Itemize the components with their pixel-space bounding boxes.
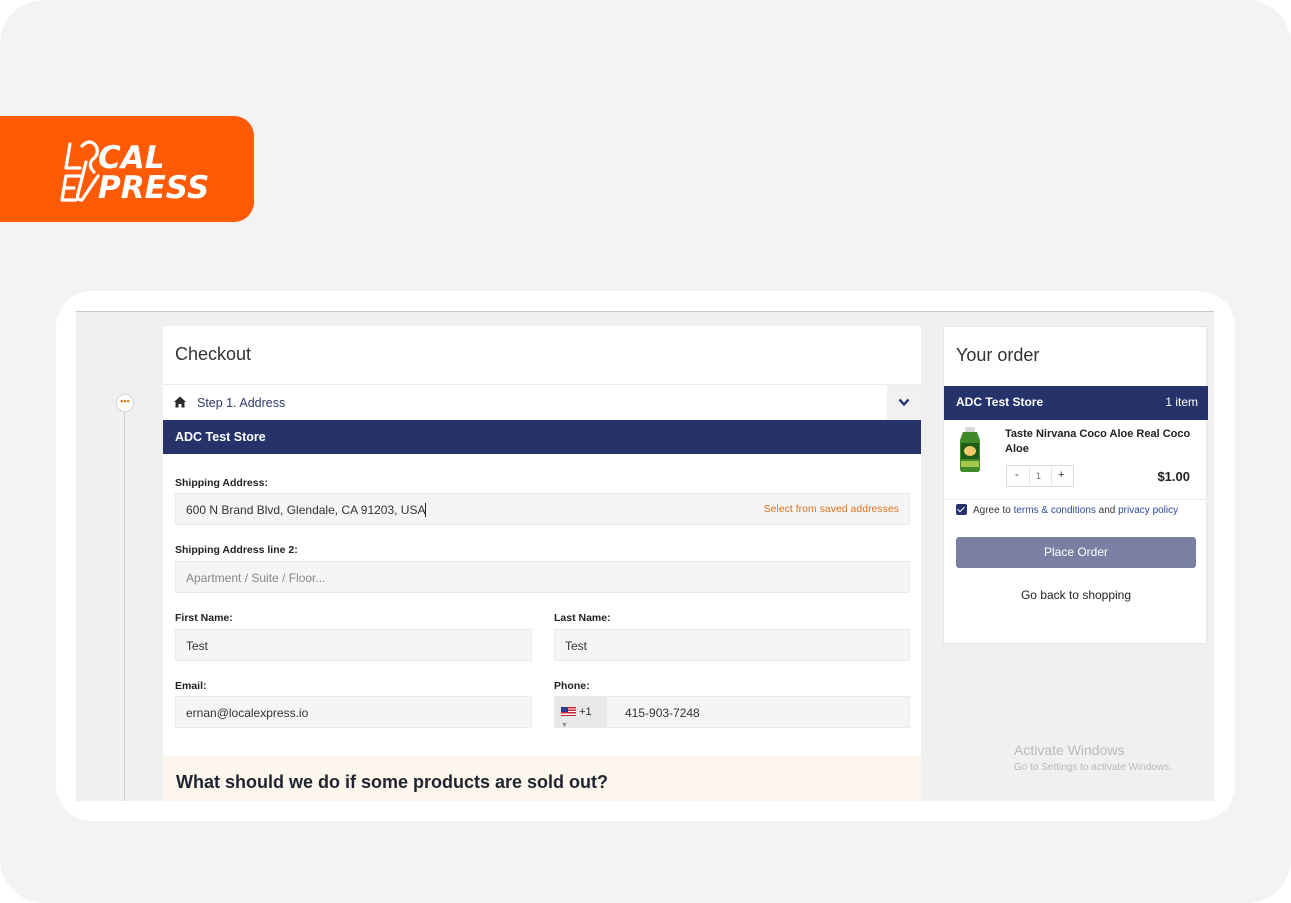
step-address-header[interactable]: Step 1. Address	[163, 384, 921, 421]
store-header: ADC Test Store	[163, 420, 921, 454]
back-to-shopping-link[interactable]: Go back to shopping	[944, 588, 1208, 602]
chevron-down-icon	[898, 398, 910, 407]
country-code: +1	[579, 706, 592, 718]
divider	[944, 499, 1208, 500]
watermark-subtitle: Go to Settings to activate Windows.	[1014, 762, 1172, 773]
email-field[interactable]: ernan@localexpress.io	[175, 696, 532, 728]
email-label: Email:	[175, 680, 207, 692]
product-image	[960, 427, 980, 472]
agree-terms-row: Agree to terms & conditions and privacy …	[956, 504, 1178, 516]
app-screen: ••• Checkout Step 1. Address ADC Test St…	[76, 311, 1214, 801]
sold-out-question: What should we do if some products are s…	[176, 772, 609, 792]
checkout-card: Checkout Step 1. Address ADC Test Store …	[163, 326, 921, 801]
phone-label: Phone:	[554, 680, 590, 692]
phone-field[interactable]: +1 ▼ 415-903-7248	[554, 696, 910, 729]
quantity-value: 1	[1036, 471, 1042, 481]
step-label: Step 1. Address	[197, 396, 286, 410]
increase-qty-button[interactable]: +	[1058, 469, 1064, 481]
stepper-divider	[1029, 466, 1030, 486]
sold-out-section: What should we do if some products are s…	[163, 756, 921, 801]
terms-link[interactable]: terms & conditions	[1014, 505, 1096, 516]
home-icon	[174, 396, 186, 408]
svg-text:PRESS: PRESS	[98, 170, 209, 206]
first-name-label: First Name:	[175, 612, 233, 624]
product-name: Taste Nirvana Coco Aloe Real Coco Aloe	[1005, 428, 1191, 455]
privacy-link[interactable]: privacy policy	[1118, 505, 1178, 516]
shipping-address-2-field[interactable]: Apartment / Suite / Floor...	[175, 561, 910, 593]
place-order-button[interactable]: Place Order	[956, 537, 1196, 568]
decrease-qty-button[interactable]: -	[1015, 469, 1019, 481]
caret-down-icon: ▼	[561, 722, 568, 729]
collapse-step-button[interactable]	[887, 385, 921, 421]
us-flag-icon	[561, 707, 576, 716]
order-store-header: ADC Test Store 1 item	[944, 386, 1208, 420]
order-item-count: 1 item	[1165, 395, 1198, 409]
first-name-field[interactable]: Test	[175, 629, 532, 661]
last-name-field[interactable]: Test	[554, 629, 910, 661]
stepper-divider	[1051, 466, 1052, 486]
watermark-title: Activate Windows	[1014, 742, 1125, 758]
shipping-address-field[interactable]: 600 N Brand Blvd, Glendale, CA 91203, US…	[175, 493, 910, 525]
logo-mark: CAL PRESS	[60, 140, 209, 206]
order-title: Your order	[956, 345, 1040, 365]
shipping-address-value: 600 N Brand Blvd, Glendale, CA 91203, US…	[186, 503, 426, 517]
last-name-label: Last Name:	[554, 612, 611, 624]
product-price: $1.00	[1157, 469, 1190, 484]
timeline-line	[124, 412, 125, 801]
shipping-address-label: Shipping Address:	[175, 477, 268, 489]
agree-and: and	[1095, 505, 1119, 516]
local-express-logo: CAL PRESS	[0, 116, 254, 222]
text-cursor	[425, 503, 427, 517]
agree-checkbox[interactable]	[956, 504, 967, 515]
timeline-dot-icon: •••	[116, 394, 134, 412]
order-store-name: ADC Test Store	[956, 395, 1044, 409]
agree-prefix: Agree to	[973, 505, 1014, 516]
order-summary-card: Your order ADC Test Store 1 item Taste N…	[943, 326, 1208, 644]
quantity-stepper[interactable]: - 1 +	[1006, 465, 1074, 487]
country-code-select[interactable]: +1 ▼	[555, 697, 607, 729]
shipping-address-2-label: Shipping Address line 2:	[175, 544, 298, 556]
select-saved-addresses-link[interactable]: Select from saved addresses	[764, 503, 899, 515]
checkout-title: Checkout	[175, 344, 252, 364]
phone-number: 415-903-7248	[625, 706, 700, 720]
windows-activation-watermark: Activate Windows Go to Settings to activ…	[1014, 742, 1172, 773]
